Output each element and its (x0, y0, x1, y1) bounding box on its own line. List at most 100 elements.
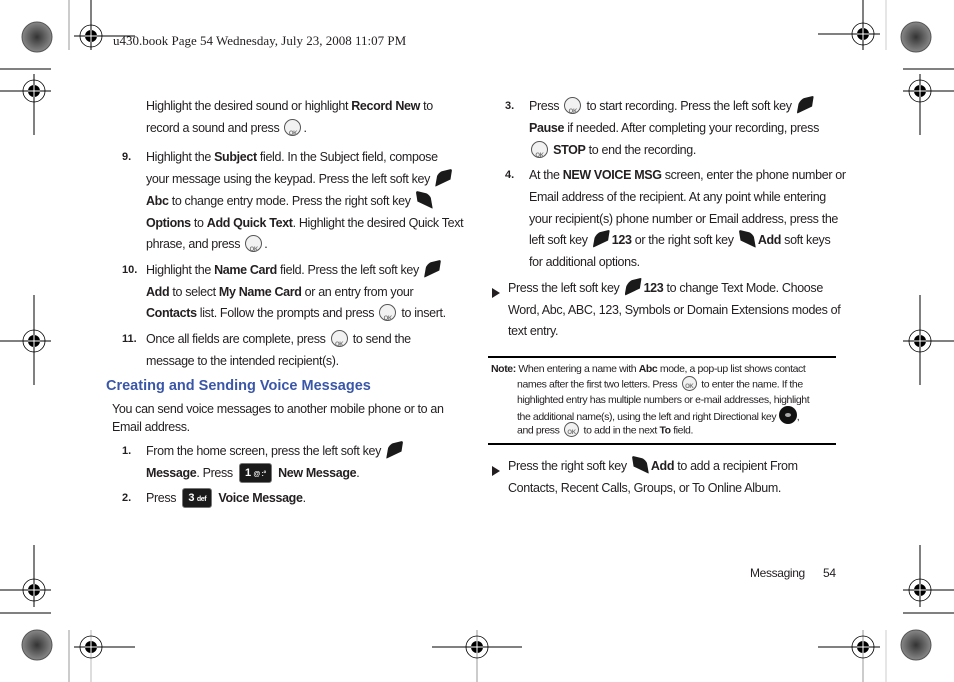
step9-line2: your message using the keypad. Press the… (146, 168, 454, 190)
abc-label: Abc (146, 194, 169, 208)
voice-message-label: Voice Message (218, 491, 303, 505)
record-new-label: Record New (351, 99, 420, 113)
left-soft-key-icon (796, 95, 814, 114)
bullet-arrow-icon (492, 463, 500, 481)
ok-key-icon (245, 235, 263, 261)
text: left soft key (529, 233, 591, 247)
text: Press (529, 99, 563, 113)
text: names after the first two letters. Press (517, 378, 680, 391)
step1-line1: From the home screen, press the left sof… (146, 440, 405, 462)
text: to send the (349, 332, 411, 346)
text: Highlight the (146, 150, 215, 164)
text: field. In the Subject field, compose (256, 150, 438, 164)
directional-key-icon (778, 406, 797, 424)
add-label: Add (757, 233, 782, 247)
abc-label: Abc (638, 363, 658, 375)
options-label: Options (146, 216, 191, 230)
key-3-icon: 3 def (182, 487, 213, 508)
to-label: To (659, 424, 671, 437)
text: field. (670, 424, 693, 437)
left-soft-key-icon (592, 229, 610, 248)
bullet2-line1: Press the right soft key Add to add a re… (508, 455, 798, 477)
text: . (264, 237, 268, 251)
step11-line1: Once all fields are complete, press to s… (146, 328, 411, 356)
text: list. Follow the prompts and press (196, 306, 378, 320)
text: From the home screen, press the left sof… (146, 444, 382, 458)
note-line2: names after the first two letters. Press… (517, 376, 803, 396)
text: screen, enter the phone number or (661, 168, 846, 182)
ok-key-icon (564, 97, 582, 123)
text: mode, a pop-up list shows contact (657, 363, 806, 375)
text: to (190, 216, 207, 230)
new-voice-msg-label: NEW VOICE MSG (562, 168, 662, 182)
intro-line-1: Highlight the desired sound or highlight… (146, 95, 433, 117)
key-digit: 1 (244, 466, 251, 479)
footer-page-number: 54 (823, 566, 836, 580)
step4-line5: for additional options. (529, 255, 640, 269)
name-card-label: Name Card (214, 263, 277, 277)
text: to add a recipient From (674, 459, 798, 473)
step4-line4: left soft key 123 or the right soft key … (529, 229, 831, 251)
intro-paragraph-line-1: You can send voice messages to another m… (112, 402, 444, 416)
text: field. Press the left soft key (276, 263, 419, 277)
text: Press the right soft key (508, 459, 630, 473)
right-soft-key-icon (738, 229, 756, 248)
step9-line1: Highlight the Subject field. In the Subj… (146, 146, 438, 168)
step-number: 1. (122, 445, 132, 457)
text: to enter the name. If the (698, 378, 803, 391)
ok-key-icon (379, 304, 397, 330)
step10-line3: Contacts list. Follow the prompts and pr… (146, 302, 446, 330)
text: . (356, 466, 360, 480)
stop-label: STOP (553, 143, 586, 157)
step-number: 11. (122, 333, 137, 345)
note-top-rule (488, 356, 836, 358)
key-1-icon: 1 @ :° (238, 462, 272, 483)
new-message-label: New Message (278, 466, 357, 480)
step-number: 10. (122, 264, 138, 276)
text: Highlight the (146, 263, 215, 277)
step9-line5: phrase, and press . (146, 233, 268, 261)
text: Press the left soft key (508, 281, 623, 295)
add-label: Add (146, 285, 170, 299)
step4-line2: Email address of the recipient. At any p… (529, 190, 826, 204)
step4-line1: At the NEW VOICE MSG screen, enter the p… (529, 164, 846, 186)
key-sub: @ :° (253, 470, 266, 478)
step1-line2: Message. Press 1 @ :° New Message. (146, 462, 360, 484)
right-soft-key-icon (631, 455, 649, 474)
text: At the (529, 168, 563, 182)
text: or an entry from your (301, 285, 414, 299)
add-quick-text-label: Add Quick Text (206, 216, 293, 230)
note-label: Note: (491, 363, 516, 375)
book-header: u430.book Page 54 Wednesday, July 23, 20… (113, 33, 407, 48)
text: Once all fields are complete, press (146, 332, 329, 346)
left-soft-key-icon (424, 259, 442, 278)
step3-line3: STOP to end the recording. (529, 139, 697, 167)
text: Press (146, 491, 180, 505)
step11-line2: message to the intended recipient(s). (146, 354, 339, 368)
step3-line2: Pause if needed. After completing your r… (529, 117, 819, 139)
ok-key-icon (284, 119, 302, 145)
step2-line1: Press 3 def Voice Message. (146, 487, 306, 509)
step4-line3: your recipient(s) phone number or Email … (529, 212, 839, 226)
step3-line1: Press to start recording. Press the left… (529, 95, 816, 123)
step9-line4: Options to Add Quick Text. Highlight the… (146, 212, 464, 234)
step-number: 9. (122, 151, 132, 163)
contacts-label: Contacts (146, 306, 197, 320)
bullet2-line2: Contacts, Recent Calls, Groups, or To On… (508, 481, 782, 495)
text: to change entry mode. Press the right so… (168, 194, 411, 208)
add-label: Add (650, 459, 675, 473)
left-soft-key-icon (435, 168, 453, 187)
text: if needed. After completing your recordi… (564, 121, 819, 135)
step10-line1: Highlight the Name Card field. Press the… (146, 259, 443, 281)
text: to select (169, 285, 219, 299)
key-digit: 3 (188, 491, 195, 504)
text: and press (517, 424, 563, 437)
message-label: Message (146, 466, 197, 480)
bullet1-line2: Word, Abc, ABC, 123, Symbols or Domain E… (508, 303, 841, 317)
text: to end the recording. (585, 143, 697, 157)
bullet-arrow-icon (492, 285, 500, 303)
step9-line3: Abc to change entry mode. Press the righ… (146, 190, 435, 212)
text: When entering a name with (515, 363, 639, 375)
text: the additional name(s), using the left a… (517, 410, 779, 423)
ok-key-icon (330, 330, 348, 356)
